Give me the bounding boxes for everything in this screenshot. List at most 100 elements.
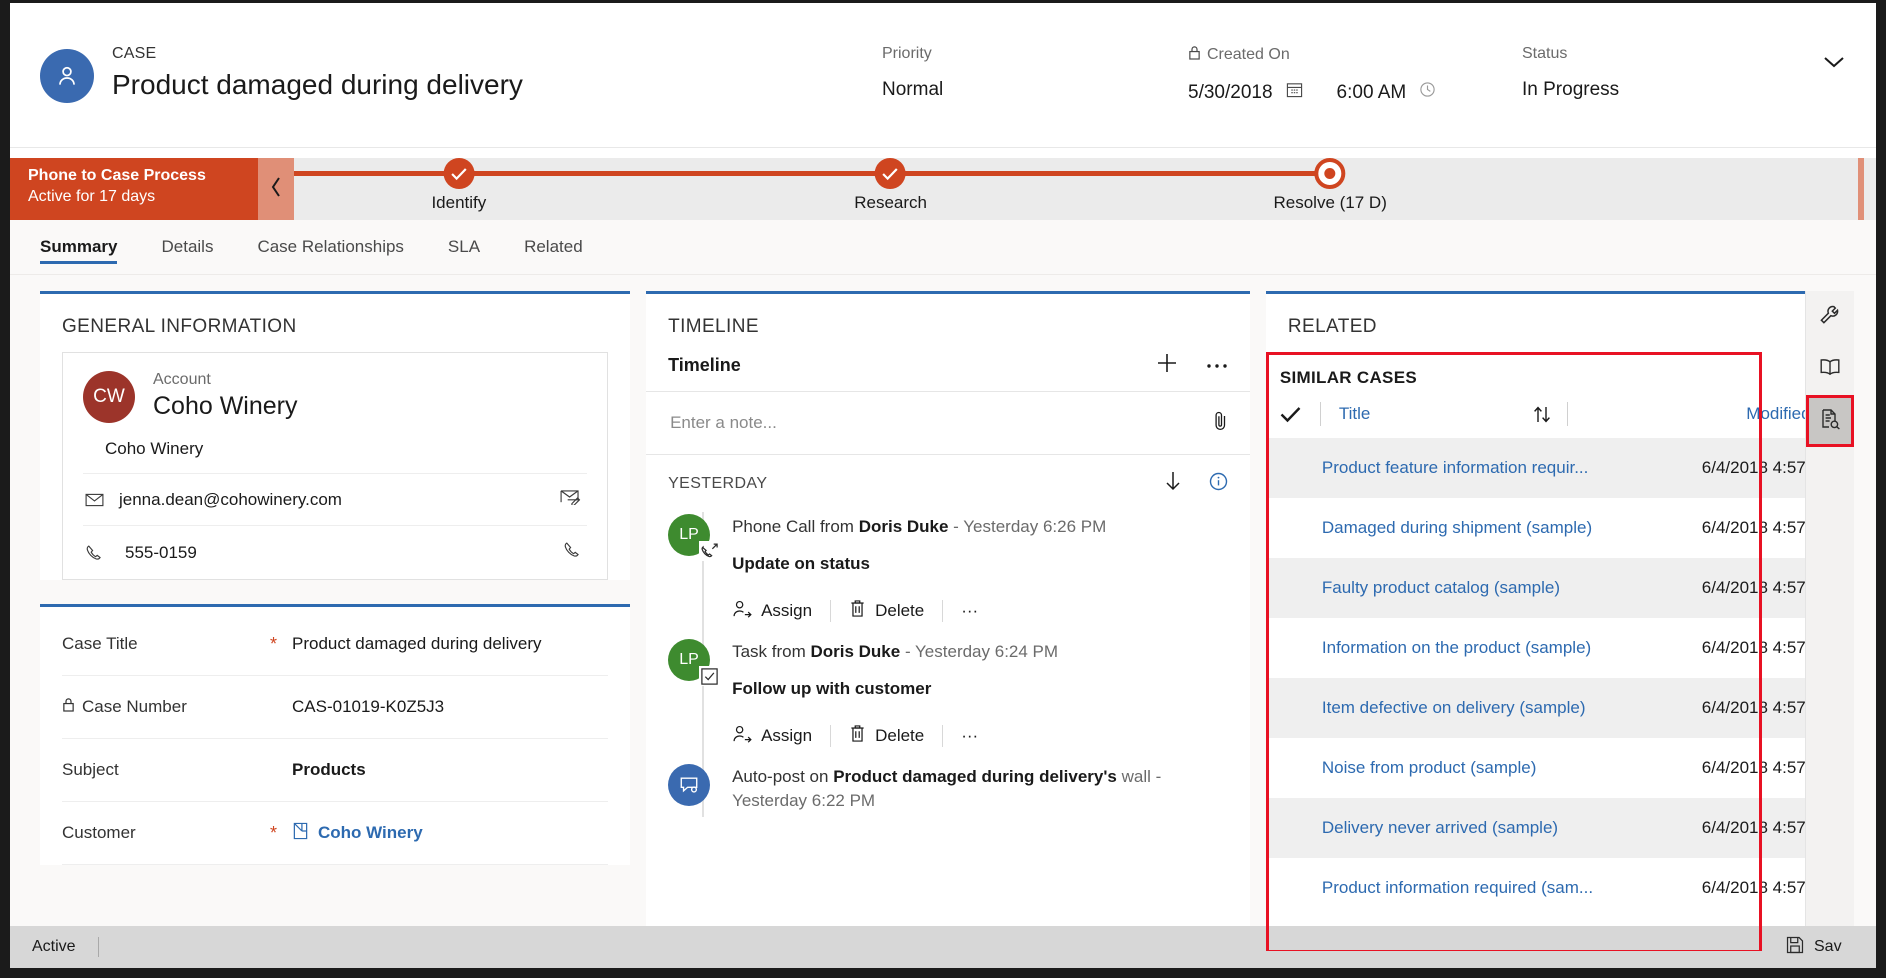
timeline-item-actor: Doris Duke xyxy=(858,517,949,536)
similar-case-title-link[interactable]: Item defective on delivery (sample) xyxy=(1322,698,1586,718)
arrow-down-icon[interactable] xyxy=(1165,471,1181,496)
header-field-value[interactable]: Normal xyxy=(882,79,943,101)
table-row[interactable]: Faulty product catalog (sample) 6/4/2018 … xyxy=(1265,558,1854,618)
field-value[interactable]: Products xyxy=(292,760,366,780)
process-stage-track: Identify Research Resolve (17 D) xyxy=(294,158,1864,220)
process-stage-label: Resolve (17 D) xyxy=(1273,193,1387,212)
envelope-icon xyxy=(85,493,119,507)
tab-label: Related xyxy=(524,237,583,256)
process-stage-research[interactable]: Research xyxy=(854,158,927,213)
timeline-avatar: LP xyxy=(668,639,720,686)
wrench-icon xyxy=(1819,304,1841,331)
compose-email-icon[interactable] xyxy=(560,489,587,510)
delete-button[interactable]: Delete xyxy=(849,599,942,623)
avatar-initials: CW xyxy=(93,386,125,407)
timeline-item-list: LP Phone Call from Doris Duke - Yesterday… xyxy=(646,502,1250,817)
action-divider xyxy=(830,725,832,747)
account-email-value[interactable]: jenna.dean@cohowinery.com xyxy=(119,490,560,510)
table-row[interactable]: Item defective on delivery (sample) 6/4/2… xyxy=(1265,678,1854,738)
field-value[interactable]: Coho Winery xyxy=(292,822,423,845)
timeline-item-separator: - xyxy=(948,517,964,536)
field-value[interactable]: CAS-01019-K0Z5J3 xyxy=(292,697,444,717)
column-timeline: TIMELINE Timeline Enter a note... YESTER… xyxy=(646,291,1250,951)
similar-case-title-link[interactable]: Faulty product catalog (sample) xyxy=(1322,578,1560,598)
tab-related[interactable]: Related xyxy=(502,220,605,274)
field-label-text: Case Title xyxy=(62,634,138,653)
similar-case-title-link[interactable]: Product information required (sam... xyxy=(1322,878,1593,898)
process-stage-resolve[interactable]: Resolve (17 D) xyxy=(1274,158,1387,213)
timeline-item-description: Follow up with customer xyxy=(732,679,932,698)
field-value-text: Product damaged during delivery xyxy=(292,634,542,653)
checkmark-icon[interactable] xyxy=(1280,406,1320,423)
call-phone-icon[interactable] xyxy=(563,541,587,564)
table-row[interactable]: Damaged during shipment (sample) 6/4/2018… xyxy=(1266,498,1854,558)
assign-label: Assign xyxy=(761,601,813,620)
account-phone-value[interactable]: 555-0159 xyxy=(119,543,563,563)
business-process-flow: Phone to Case Process Active for 17 days… xyxy=(10,158,1876,220)
delete-button[interactable]: Delete xyxy=(849,724,942,748)
general-information-card: GENERAL INFORMATION CW Account Coho Wine… xyxy=(40,291,631,580)
account-quick-view: CW Account Coho Winery Coho Winery jenna… xyxy=(62,352,609,580)
rail-button-wrench[interactable] xyxy=(1806,291,1854,343)
timeline-item[interactable]: LP Task from Doris Duke - Yesterday 6:24 … xyxy=(668,627,1228,752)
similar-cases-title: SIMILAR CASES xyxy=(1279,368,1417,387)
timeline-item-header: Auto-post on Product damaged during deli… xyxy=(732,765,1228,813)
tab-details[interactable]: Details xyxy=(139,220,235,274)
trash-icon xyxy=(849,724,866,748)
timeline-item[interactable]: Auto-post on Product damaged during deli… xyxy=(668,752,1228,817)
plus-icon[interactable] xyxy=(1156,352,1178,379)
ellipsis-icon[interactable] xyxy=(1206,357,1228,375)
calendar-icon[interactable] xyxy=(1286,81,1303,104)
similar-case-title-link[interactable]: Noise from product (sample) xyxy=(1322,758,1536,778)
table-row[interactable]: Information on the product (sample) 6/4/2… xyxy=(1266,618,1854,678)
table-row[interactable]: Delivery never arrived (sample) 6/4/2018 … xyxy=(1265,798,1854,858)
rail-button-knowledge[interactable] xyxy=(1806,343,1854,395)
field-label-text: Subject xyxy=(62,760,119,779)
note-input[interactable] xyxy=(668,412,1213,434)
stage-complete-check-icon xyxy=(443,158,475,189)
table-row[interactable]: Noise from product (sample) 6/4/2018 4:57… xyxy=(1266,738,1854,798)
status-value: In Progress xyxy=(1522,79,1620,100)
rail-button-similar-records[interactable] xyxy=(1805,395,1854,447)
tab-label: Summary xyxy=(40,237,118,256)
header-field-value[interactable]: In Progress xyxy=(1522,79,1619,101)
similar-cases-panel: SIMILAR CASES Title Modified On Product … xyxy=(1265,352,1854,918)
paperclip-icon[interactable] xyxy=(1213,410,1228,436)
status-bar: Active Sav xyxy=(10,926,1876,968)
field-value[interactable]: Product damaged during delivery xyxy=(292,634,541,654)
info-circle-icon[interactable] xyxy=(1209,472,1228,496)
tab-label: Details xyxy=(161,237,214,256)
process-stage-identify[interactable]: Identify xyxy=(431,158,486,213)
more-actions-ellipsis-icon[interactable]: ··· xyxy=(961,601,978,621)
tab-summary[interactable]: Summary xyxy=(40,220,139,274)
header-field-value[interactable]: 5/30/2018 6:00 AM xyxy=(1188,81,1436,104)
similar-case-title-link[interactable]: Damaged during shipment (sample) xyxy=(1322,518,1592,538)
auto-post-icon xyxy=(679,775,699,795)
record-identity: CASE Product damaged during delivery xyxy=(40,45,523,103)
table-row[interactable]: Product information required (sam... 6/4/… xyxy=(1266,858,1854,918)
save-button[interactable]: Sav xyxy=(1786,936,1860,959)
chevron-down-icon[interactable] xyxy=(1822,55,1846,74)
assign-button[interactable]: Assign xyxy=(732,599,830,623)
process-name-block[interactable]: Phone to Case Process Active for 17 days xyxy=(10,158,258,220)
similar-case-title-link[interactable]: Product feature information requir... xyxy=(1322,458,1588,478)
header-field-label: Status xyxy=(1522,45,1568,62)
page-title: Product damaged during delivery xyxy=(112,69,523,100)
similar-case-title-link[interactable]: Information on the product (sample) xyxy=(1322,638,1591,658)
timeline-item-actions: Assign Delete ··· xyxy=(732,724,1228,748)
form-tab-strip: Summary Details Case Relationships SLA R… xyxy=(10,220,1876,275)
column-header-title[interactable]: Title xyxy=(1339,404,1371,424)
tab-case-relationships[interactable]: Case Relationships xyxy=(235,220,425,274)
clock-icon[interactable] xyxy=(1419,81,1436,104)
assign-button[interactable]: Assign xyxy=(732,724,830,748)
outgoing-phone-icon xyxy=(699,541,720,561)
form-body: GENERAL INFORMATION CW Account Coho Wine… xyxy=(10,275,1876,951)
process-collapse-button[interactable] xyxy=(258,158,294,220)
tab-sla[interactable]: SLA xyxy=(426,220,502,274)
timeline-item[interactable]: LP Phone Call from Doris Duke - Yesterday… xyxy=(668,502,1228,627)
sort-updown-icon[interactable] xyxy=(1533,405,1551,424)
account-email-row: jenna.dean@cohowinery.com xyxy=(83,474,588,526)
similar-case-title-link[interactable]: Delivery never arrived (sample) xyxy=(1322,818,1558,838)
more-actions-ellipsis-icon[interactable]: ··· xyxy=(961,726,978,746)
table-row[interactable]: Product feature information requir... 6/4… xyxy=(1265,438,1854,498)
